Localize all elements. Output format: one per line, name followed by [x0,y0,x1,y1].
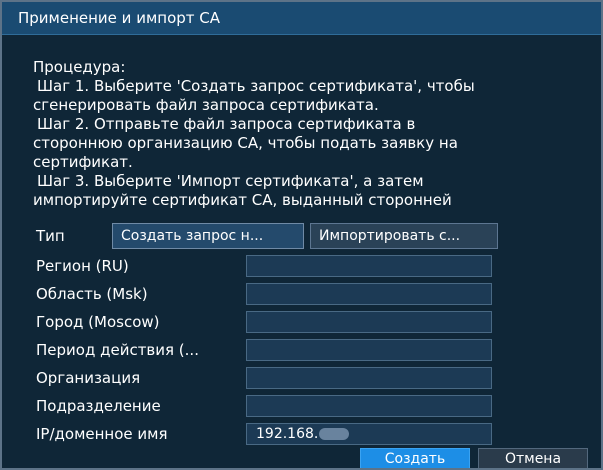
procedure-line: стороннюю организацию CA, чтобы подать з… [33,134,458,152]
dialog-titlebar: Применение и импорт CA [2,2,601,35]
city-label: Город (Moscow) [36,313,160,331]
procedure-line: сгенерировать файл запроса сертификата. [33,96,379,114]
organization-input[interactable] [246,367,492,389]
department-label: Подразделение [36,397,161,415]
city-input[interactable] [246,311,492,333]
procedure-heading: Процедура: [33,58,126,76]
create-button[interactable]: Создать [360,448,470,468]
organization-label: Организация [36,369,141,387]
region-input[interactable] [246,255,492,277]
ip-domain-value: 192.168. [256,426,319,442]
type-label: Тип [36,227,65,245]
area-label: Область (Msk) [36,285,148,303]
procedure-line: сертификат. [33,153,133,171]
ip-domain-label: IP/доменное имя [36,425,168,443]
procedure-line: импортируйте сертификат CA, выданный сто… [33,191,452,209]
validity-period-input[interactable] [246,339,492,361]
procedure-text: Процедура: Шаг 1. Выберите 'Создать запр… [33,58,573,210]
validity-period-label: Период действия (... [36,341,199,359]
dialog-title: Применение и импорт CA [18,9,221,27]
procedure-line: Шаг 1. Выберите 'Создать запрос сертифик… [37,77,475,95]
ca-dialog: Применение и импорт CA Процедура: Шаг 1.… [0,0,603,470]
create-request-tab[interactable]: Создать запрос н... [112,223,304,249]
department-input[interactable] [246,395,492,417]
import-certificate-tab[interactable]: Импортировать с... [310,223,498,249]
redacted-mark [319,428,350,440]
ip-domain-input[interactable]: 192.168. [246,423,492,445]
procedure-line: Шаг 3. Выберите 'Импорт сертификата', а … [37,172,424,190]
area-input[interactable] [246,283,492,305]
region-label: Регион (RU) [36,257,129,275]
cancel-button[interactable]: Отмена [478,448,588,468]
procedure-line: Шаг 2. Отправьте файл запроса сертификат… [37,115,416,133]
